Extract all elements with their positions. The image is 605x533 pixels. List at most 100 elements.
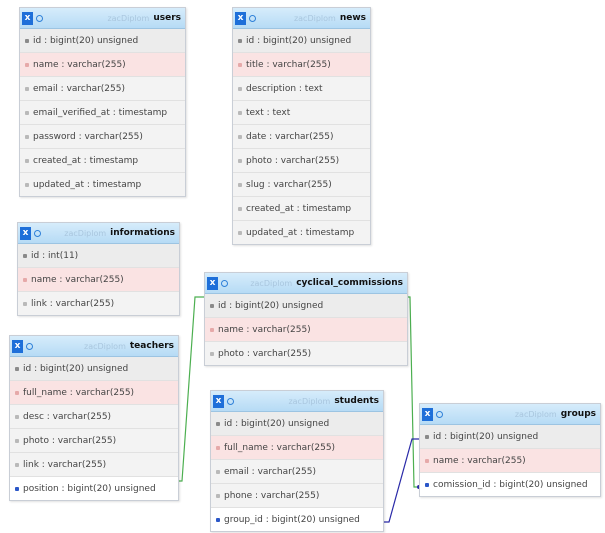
table-field-row[interactable]: created_at : timestamp <box>233 197 370 221</box>
table-field-row[interactable]: full_name : varchar(255) <box>211 436 383 460</box>
close-icon[interactable]: x <box>422 407 433 421</box>
field-label: full_name : varchar(255) <box>224 442 336 453</box>
table-field-row[interactable]: email : varchar(255) <box>211 460 383 484</box>
field-label: position : bigint(20) unsigned <box>23 483 156 494</box>
close-icon[interactable]: x <box>235 11 246 25</box>
table-field-row[interactable]: id : bigint(20) unsigned <box>10 357 178 381</box>
table-field-row[interactable]: link : varchar(255) <box>10 453 178 477</box>
table-header[interactable]: x zacDiplom teachers <box>10 336 178 357</box>
primary-key-icon <box>210 303 214 308</box>
table-field-row[interactable]: email_verified_at : timestamp <box>20 101 185 125</box>
field-label: phone : varchar(255) <box>224 490 320 501</box>
field-label: created_at : timestamp <box>33 155 139 166</box>
column-icon <box>25 158 29 163</box>
column-icon <box>216 469 220 474</box>
column-icon <box>15 462 19 467</box>
table-users[interactable]: x zacDiplom users id : bigint(20) unsign… <box>19 7 186 197</box>
table-field-row[interactable]: link : varchar(255) <box>18 292 179 315</box>
table-field-row[interactable]: updated_at : timestamp <box>20 173 185 196</box>
table-field-row[interactable]: position : bigint(20) unsigned <box>10 477 178 500</box>
database-name: zacDiplom <box>293 13 336 23</box>
database-name: zacDiplom <box>107 13 150 23</box>
close-icon[interactable]: x <box>207 276 218 290</box>
database-name: zacDiplom <box>64 228 107 238</box>
table-informations[interactable]: x zacDiplom informations id : int(11) nam… <box>17 222 180 316</box>
table-news[interactable]: x zacDiplom news id : bigint(20) unsigne… <box>232 7 371 245</box>
table-field-row[interactable]: comission_id : bigint(20) unsigned <box>420 473 600 496</box>
table-field-row[interactable]: desc : varchar(255) <box>10 405 178 429</box>
table-field-row[interactable]: title : varchar(255) <box>233 53 370 77</box>
column-icon <box>238 86 242 91</box>
field-label: name : varchar(255) <box>433 455 526 466</box>
field-label: photo : varchar(255) <box>23 435 117 446</box>
table-field-row[interactable]: photo : varchar(255) <box>10 429 178 453</box>
table-field-row[interactable]: email : varchar(255) <box>20 77 185 101</box>
field-label: comission_id : bigint(20) unsigned <box>433 479 588 490</box>
field-label: id : int(11) <box>31 250 79 261</box>
table-field-row[interactable]: password : varchar(255) <box>20 125 185 149</box>
table-field-row[interactable]: id : bigint(20) unsigned <box>420 425 600 449</box>
table-field-row[interactable]: name : varchar(255) <box>20 53 185 77</box>
table-field-row[interactable]: text : text <box>233 101 370 125</box>
field-label: email : varchar(255) <box>33 83 125 94</box>
table-field-row[interactable]: updated_at : timestamp <box>233 221 370 244</box>
foreign-key-icon <box>425 482 429 487</box>
field-label: email : varchar(255) <box>224 466 316 477</box>
column-icon <box>210 351 214 356</box>
table-field-row[interactable]: id : int(11) <box>18 244 179 268</box>
options-icon[interactable] <box>36 14 43 22</box>
table-header[interactable]: x zacDiplom students <box>211 391 383 412</box>
table-header[interactable]: x zacDiplom cyclical_commissions <box>205 273 407 294</box>
table-field-row[interactable]: slug : varchar(255) <box>233 173 370 197</box>
column-icon <box>238 62 242 67</box>
options-icon[interactable] <box>249 14 256 22</box>
table-title: students <box>334 396 379 406</box>
column-icon <box>238 110 242 115</box>
table-students[interactable]: x zacDiplom students id : bigint(20) uns… <box>210 390 384 532</box>
table-field-row[interactable]: photo : varchar(255) <box>205 342 407 365</box>
table-field-row[interactable]: date : varchar(255) <box>233 125 370 149</box>
close-icon[interactable]: x <box>22 11 33 25</box>
table-title: news <box>339 13 366 23</box>
options-icon[interactable] <box>26 342 33 350</box>
table-header[interactable]: x zacDiplom informations <box>18 223 179 244</box>
table-field-row[interactable]: full_name : varchar(255) <box>10 381 178 405</box>
close-icon[interactable]: x <box>213 394 224 408</box>
options-icon[interactable] <box>221 279 228 287</box>
options-icon[interactable] <box>436 410 443 418</box>
options-icon[interactable] <box>227 397 234 405</box>
column-icon <box>15 390 19 395</box>
table-cyclical-commissions[interactable]: x zacDiplom cyclical_commissions id : bi… <box>204 272 408 366</box>
table-field-row[interactable]: name : varchar(255) <box>205 318 407 342</box>
table-header[interactable]: x zacDiplom users <box>20 8 185 29</box>
close-icon[interactable]: x <box>12 339 23 353</box>
column-icon <box>210 327 214 332</box>
column-icon <box>25 110 29 115</box>
table-field-row[interactable]: description : text <box>233 77 370 101</box>
column-icon <box>25 134 29 139</box>
field-label: name : varchar(255) <box>31 274 124 285</box>
column-icon <box>238 158 242 163</box>
relation-teachers-position-to-cyclical-commissions <box>177 296 206 482</box>
table-field-row[interactable]: name : varchar(255) <box>420 449 600 473</box>
table-field-row[interactable]: id : bigint(20) unsigned <box>233 29 370 53</box>
field-label: updated_at : timestamp <box>33 179 142 190</box>
table-groups[interactable]: x zacDiplom groups id : bigint(20) unsig… <box>419 403 601 497</box>
table-teachers[interactable]: x zacDiplom teachers id : bigint(20) uns… <box>9 335 179 501</box>
table-field-row[interactable]: group_id : bigint(20) unsigned <box>211 508 383 531</box>
table-header[interactable]: x zacDiplom groups <box>420 404 600 425</box>
close-icon[interactable]: x <box>20 226 31 240</box>
table-field-row[interactable]: id : bigint(20) unsigned <box>211 412 383 436</box>
column-icon <box>25 62 29 67</box>
table-field-row[interactable]: id : bigint(20) unsigned <box>205 294 407 318</box>
table-field-row[interactable]: phone : varchar(255) <box>211 484 383 508</box>
column-icon <box>238 134 242 139</box>
table-field-row[interactable]: name : varchar(255) <box>18 268 179 292</box>
options-icon[interactable] <box>34 229 41 237</box>
table-field-row[interactable]: id : bigint(20) unsigned <box>20 29 185 53</box>
table-field-row[interactable]: photo : varchar(255) <box>233 149 370 173</box>
table-field-row[interactable]: created_at : timestamp <box>20 149 185 173</box>
column-icon <box>15 438 19 443</box>
field-label: id : bigint(20) unsigned <box>218 300 324 311</box>
table-header[interactable]: x zacDiplom news <box>233 8 370 29</box>
